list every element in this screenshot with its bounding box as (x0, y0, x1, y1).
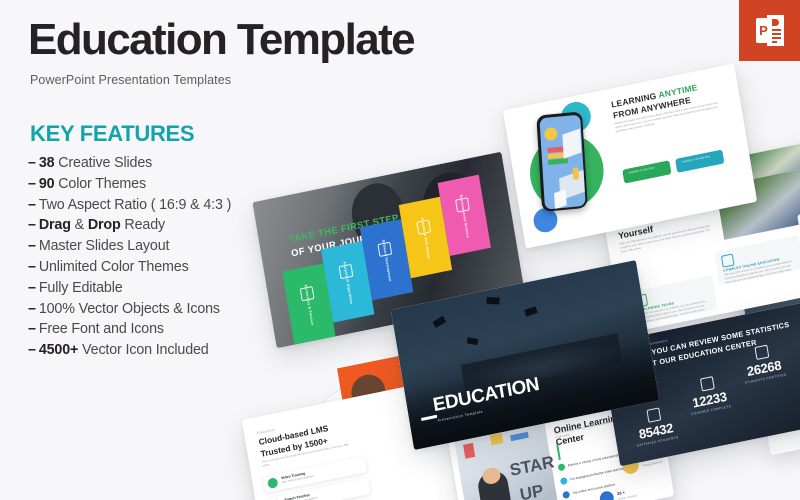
google-play-button[interactable]: Available on Google Play (675, 149, 725, 173)
feature-item: –4500+ Vector Icon Included (28, 342, 209, 359)
feature-item: – Free Font and Icons (28, 321, 164, 338)
powerpoint-letter: P (755, 18, 772, 43)
feature-item: –90 Color Themes (28, 175, 146, 192)
welcome-badge (598, 490, 615, 500)
phone-mockup (536, 111, 588, 212)
feature-item: – Two Aspect Ratio ( 16:9 & 4:3 ) (28, 196, 232, 213)
feature-item: – Master Slides Layout (28, 238, 170, 255)
powerpoint-icon: P (739, 0, 800, 61)
feature-item: –38 Creative Slides (28, 155, 153, 171)
feature-item: – Fully Editable (28, 279, 123, 296)
feature-item: – Unlimited Color Themes (28, 258, 189, 275)
key-features-heading: KEY FEATURES (30, 121, 195, 146)
app-store-button[interactable]: Available on App Store (622, 160, 672, 184)
invest-feature-card[interactable]: COMPLEX ONLINE EDUCATION With over 230 c… (714, 235, 800, 286)
poster-canvas: P LEARNING ANYTIME FROM ANYWHERE Instead… (0, 0, 800, 500)
intro-panel: Education Template PowerPoint Presentati… (28, 15, 416, 361)
feature-item: –100% Vector Objects & Icons (28, 300, 220, 317)
powerpoint-doc-glyph: P (755, 15, 784, 46)
feature-list: –38 Creative Slides –90 Color Themes – Tw… (28, 153, 328, 361)
page-subtitle: PowerPoint Presentation Templates (30, 73, 232, 87)
feature-item: – Drag & Drop Ready (28, 217, 165, 234)
page-title: Education Template (28, 15, 416, 64)
